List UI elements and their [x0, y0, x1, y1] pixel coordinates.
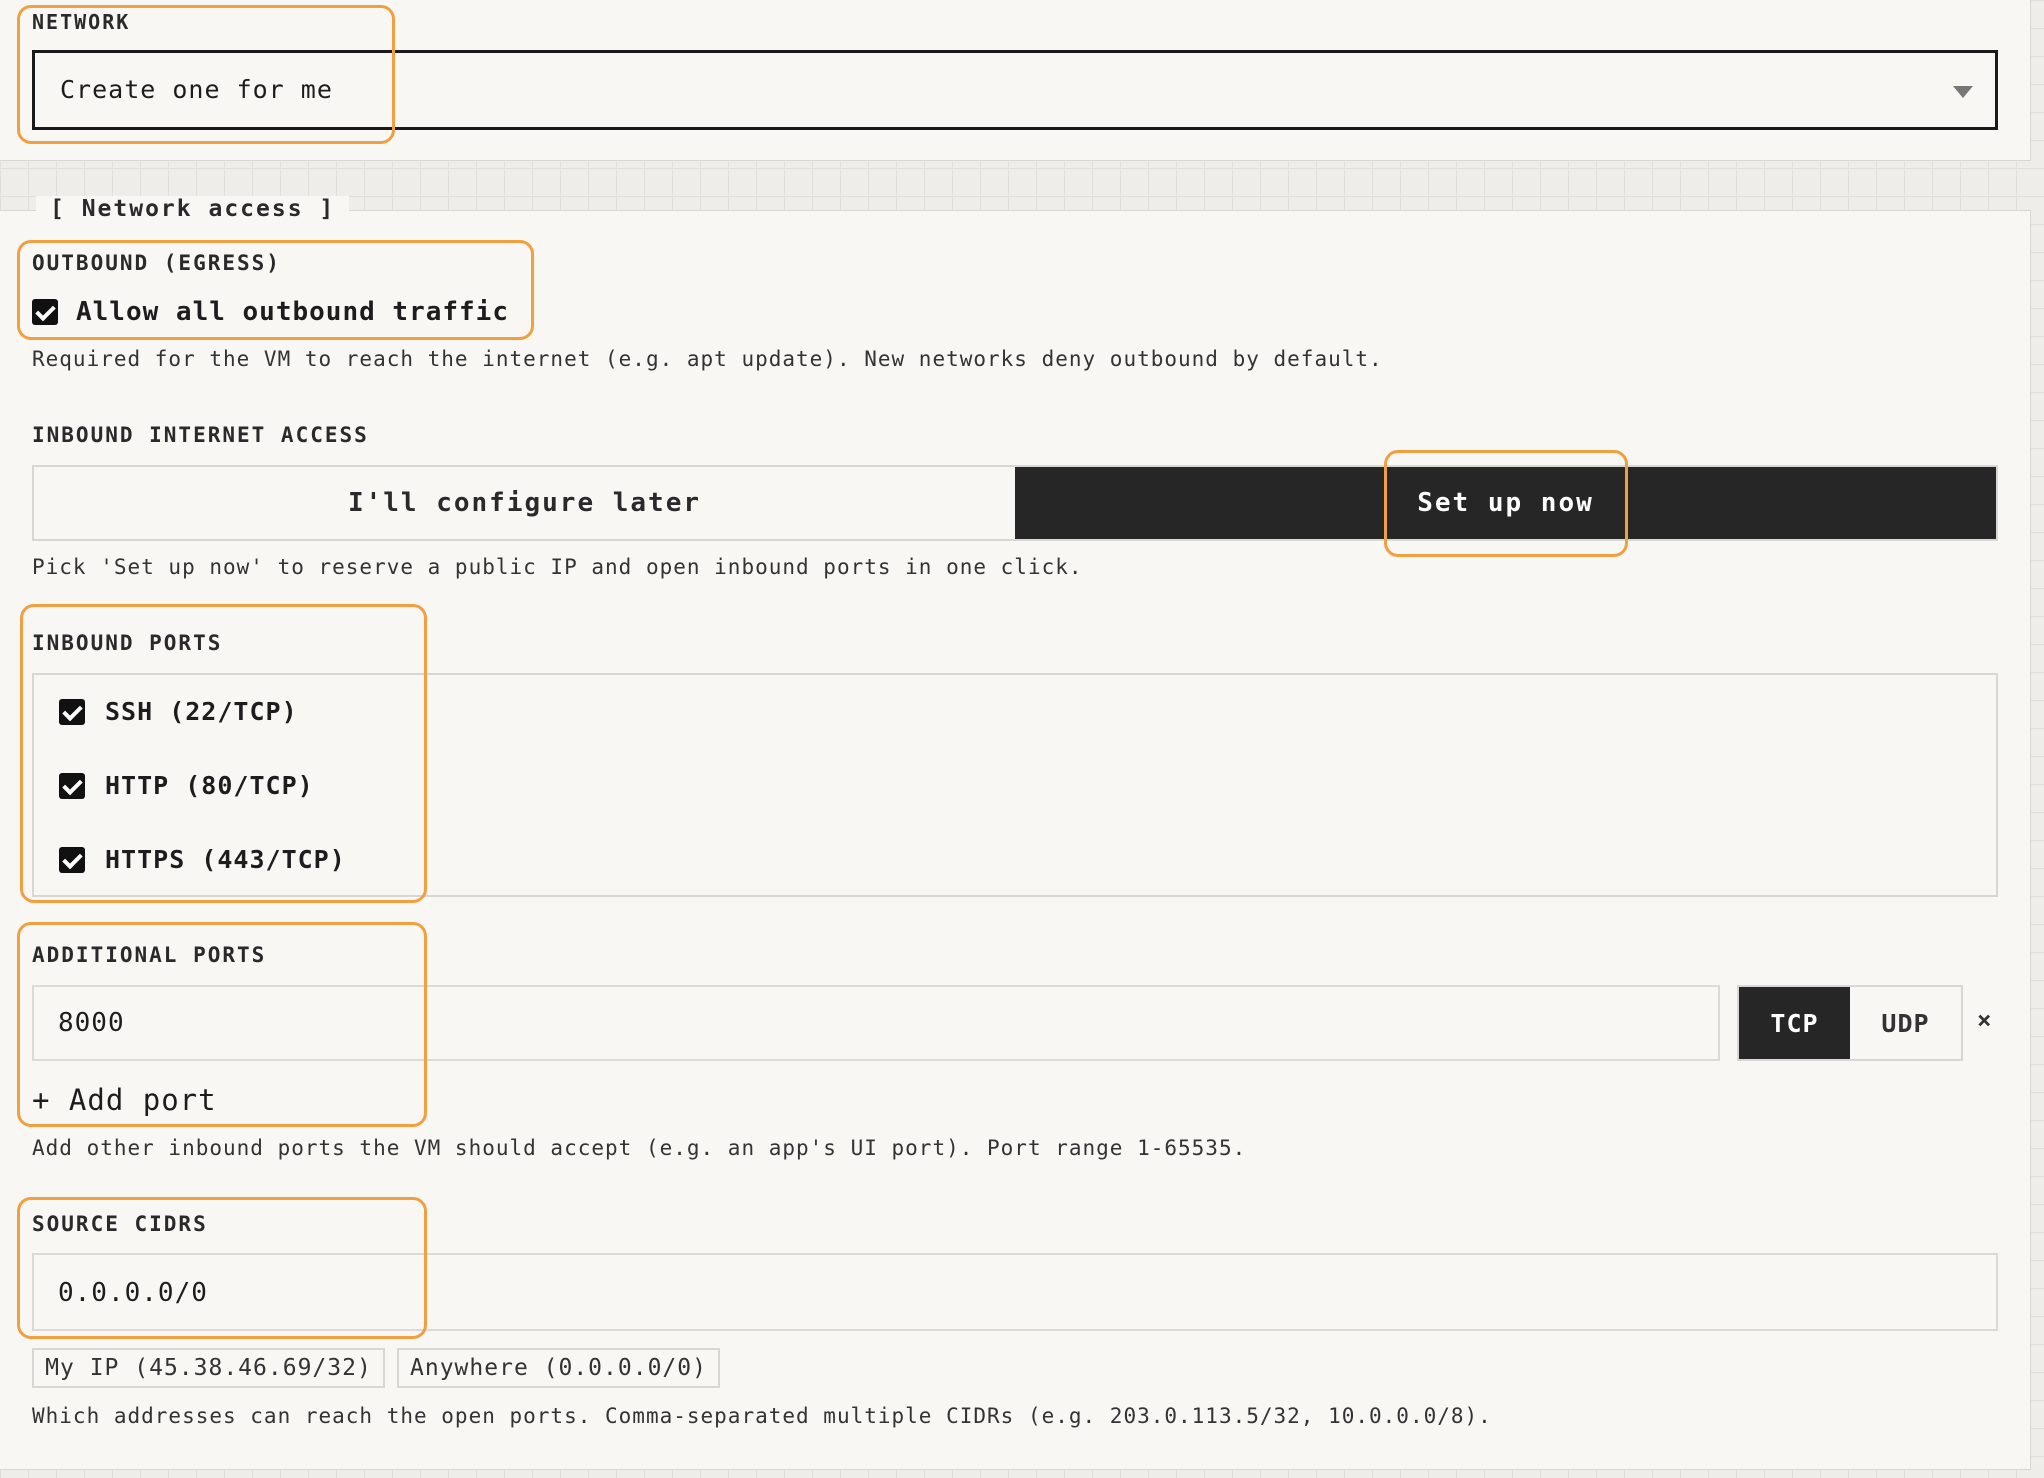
checkbox-checked-icon[interactable]: [32, 299, 58, 325]
protocol-udp[interactable]: UDP: [1850, 987, 1961, 1059]
network-panel: NETWORK Create one for me: [0, 0, 2031, 161]
port-https-label: HTTPS (443/TCP): [105, 845, 346, 874]
my-ip-chip[interactable]: My IP (45.38.46.69/32): [32, 1348, 385, 1388]
port-https[interactable]: HTTPS (443/TCP): [59, 845, 346, 874]
port-ssh[interactable]: SSH (22/TCP): [59, 697, 298, 726]
inbound-access-label: INBOUND INTERNET ACCESS: [32, 423, 369, 447]
checkbox-checked-icon[interactable]: [59, 698, 85, 725]
additional-ports-label: ADDITIONAL PORTS: [32, 943, 267, 967]
additional-ports-help: Add other inbound ports the VM should ac…: [32, 1136, 1247, 1160]
port-http[interactable]: HTTP (80/TCP): [59, 771, 314, 800]
protocol-toggle: TCP UDP: [1737, 985, 1963, 1061]
network-label: NETWORK: [32, 10, 131, 34]
allow-outbound-checkbox[interactable]: Allow all outbound traffic: [32, 297, 509, 327]
add-port-button[interactable]: + Add port: [32, 1083, 217, 1117]
network-select[interactable]: Create one for me: [32, 50, 1998, 130]
checkbox-checked-icon[interactable]: [59, 846, 85, 873]
protocol-tcp[interactable]: TCP: [1739, 987, 1850, 1059]
source-cidrs-input[interactable]: 0.0.0.0/0: [32, 1253, 1998, 1331]
network-select-value: Create one for me: [60, 75, 333, 104]
source-cidrs-label: SOURCE CIDRS: [32, 1212, 208, 1236]
remove-port-button[interactable]: ×: [1977, 1006, 1991, 1034]
inbound-access-toggle: I'll configure later Set up now: [32, 465, 1998, 541]
inbound-ports-box: SSH (22/TCP) HTTP (80/TCP) HTTPS (443/TC…: [32, 673, 1998, 897]
outbound-label: OUTBOUND (EGRESS): [32, 251, 281, 275]
inbound-ports-label: INBOUND PORTS: [32, 631, 223, 655]
source-cidrs-value: 0.0.0.0/0: [58, 1278, 208, 1308]
set-up-now-option[interactable]: Set up now: [1015, 467, 1996, 539]
inbound-access-help: Pick 'Set up now' to reserve a public IP…: [32, 555, 1083, 579]
anywhere-chip[interactable]: Anywhere (0.0.0.0/0): [397, 1348, 720, 1388]
allow-outbound-label: Allow all outbound traffic: [76, 297, 509, 327]
outbound-help: Required for the VM to reach the interne…: [32, 347, 1383, 371]
chevron-down-icon: [1953, 86, 1973, 98]
network-access-legend: [ Network access ]: [36, 196, 350, 222]
additional-port-value: 8000: [58, 1008, 125, 1038]
port-http-label: HTTP (80/TCP): [105, 771, 314, 800]
configure-later-option[interactable]: I'll configure later: [34, 467, 1015, 539]
port-ssh-label: SSH (22/TCP): [105, 697, 298, 726]
checkbox-checked-icon[interactable]: [59, 772, 85, 799]
source-cidrs-help: Which addresses can reach the open ports…: [32, 1404, 1492, 1428]
additional-port-input[interactable]: 8000: [32, 985, 1720, 1061]
